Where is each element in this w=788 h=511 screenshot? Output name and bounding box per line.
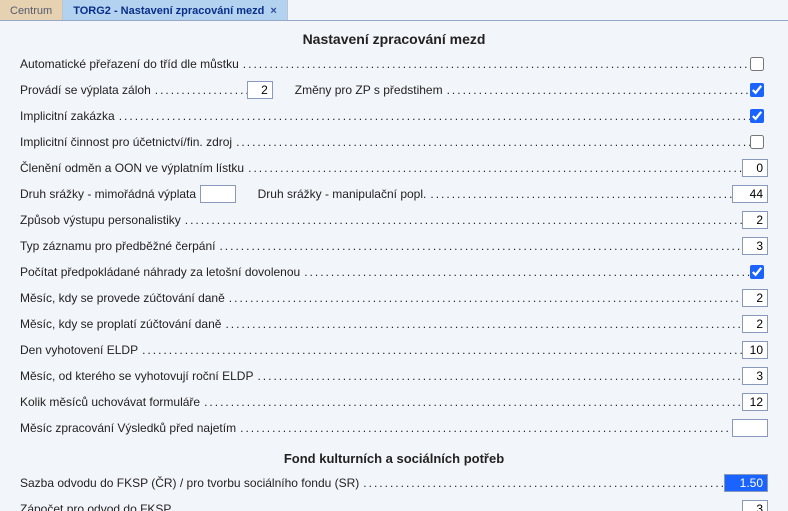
row-typ-zaznamu: Typ záznamu pro předběžné čerpání: [20, 233, 768, 259]
label-typ-zaznamu: Typ záznamu pro předběžné čerpání: [20, 239, 217, 253]
row-druh-srazky: Druh srážky - mimořádná výplata Druh srá…: [20, 181, 768, 207]
label-druh-sr-man: Druh srážky - manipulační popl.: [258, 187, 429, 201]
label-mesic-eldp: Měsíc, od kterého se vyhotovují roční EL…: [20, 369, 255, 383]
chk-impl-cinnost[interactable]: [750, 135, 764, 149]
dots: [445, 83, 750, 97]
row-kolik-mesicu: Kolik měsíců uchovávat formuláře: [20, 389, 768, 415]
label-mesic-propl: Měsíc, kdy se proplatí zúčtování daně: [20, 317, 223, 331]
tab-torg2[interactable]: TORG2 - Nastavení zpracování mezd ×: [63, 0, 288, 20]
dots: [255, 369, 742, 383]
label-zpusob-vystupu: Způsob výstupu personalistiky: [20, 213, 183, 227]
row-mesic-vysledku: Měsíc zpracování Výsledků před najetím: [20, 415, 768, 441]
dots: [428, 187, 732, 201]
row-impl-cinnost: Implicitní činnost pro účetnictví/fin. z…: [20, 129, 768, 155]
row-cleneni: Členění odměn a OON ve výplatním lístku: [20, 155, 768, 181]
label-vyplata-zaloh: Provádí se výplata záloh: [20, 83, 153, 97]
row-mesic-zuct: Měsíc, kdy se provede zúčtování daně: [20, 285, 768, 311]
row-auto-prerazeni: Automatické přeřazení do tříd dle můstku: [20, 51, 768, 77]
label-sazba-fksp: Sazba odvodu do FKSP (ČR) / pro tvorbu s…: [20, 476, 361, 490]
page-title: Nastavení zpracování mezd: [20, 25, 768, 51]
row-vyplata-zaloh: Provádí se výplata záloh Změny pro ZP s …: [20, 77, 768, 103]
label-mesic-vysledku: Měsíc zpracování Výsledků před najetím: [20, 421, 238, 435]
dots: [246, 161, 742, 175]
close-icon[interactable]: ×: [270, 5, 276, 17]
dots: [238, 421, 732, 435]
input-druh-sr-mim[interactable]: [200, 185, 236, 203]
input-mesic-eldp[interactable]: [742, 367, 768, 385]
tab-centrum[interactable]: Centrum: [0, 0, 63, 20]
label-cleneni: Členění odměn a OON ve výplatním lístku: [20, 161, 246, 175]
row-mesic-propl: Měsíc, kdy se proplatí zúčtování daně: [20, 311, 768, 337]
input-sazba-fksp[interactable]: [724, 474, 768, 492]
label-kolik-mesicu: Kolik měsíců uchovávat formuláře: [20, 395, 202, 409]
input-zpusob-vystupu[interactable]: [742, 211, 768, 229]
tab-bar: Centrum TORG2 - Nastavení zpracování mez…: [0, 0, 788, 21]
dots: [173, 502, 742, 511]
input-typ-zaznamu[interactable]: [742, 237, 768, 255]
dots: [153, 83, 247, 97]
input-cleneni[interactable]: [742, 159, 768, 177]
dots: [140, 343, 742, 357]
row-sazba-fksp: Sazba odvodu do FKSP (ČR) / pro tvorbu s…: [20, 470, 768, 496]
tab-torg2-label: TORG2 - Nastavení zpracování mezd: [73, 5, 264, 17]
chk-pocitat-nahrady[interactable]: [750, 265, 764, 279]
label-zmeny-zp: Změny pro ZP s předstihem: [295, 83, 445, 97]
label-mesic-zuct: Měsíc, kdy se provede zúčtování daně: [20, 291, 227, 305]
row-pocitat-nahrady: Počítat předpokládané náhrady za letošní…: [20, 259, 768, 285]
label-impl-cinnost: Implicitní činnost pro účetnictví/fin. z…: [20, 135, 234, 149]
input-vyplata-zaloh[interactable]: [247, 81, 273, 99]
dots: [223, 317, 742, 331]
dots: [117, 109, 750, 123]
dots: [202, 395, 742, 409]
input-kolik-mesicu[interactable]: [742, 393, 768, 411]
label-impl-zakazka: Implicitní zakázka: [20, 109, 117, 123]
page-body: Nastavení zpracování mezd Automatické př…: [0, 21, 788, 511]
label-zapocet-fksp: Zápočet pro odvod do FKSP: [20, 502, 173, 511]
dots: [217, 239, 742, 253]
input-zapocet-fksp[interactable]: [742, 500, 768, 511]
input-mesic-vysledku[interactable]: [732, 419, 768, 437]
input-mesic-propl[interactable]: [742, 315, 768, 333]
label-den-eldp: Den vyhotovení ELDP: [20, 343, 140, 357]
dots: [302, 265, 750, 279]
dots: [183, 213, 742, 227]
label-auto-prerazeni: Automatické přeřazení do tříd dle můstku: [20, 57, 241, 71]
label-druh-sr-mim: Druh srážky - mimořádná výplata: [20, 187, 198, 201]
label-pocitat-nahrady: Počítat předpokládané náhrady za letošní…: [20, 265, 302, 279]
chk-zmeny-zp[interactable]: [750, 83, 764, 97]
dots: [227, 291, 742, 305]
tab-centrum-label: Centrum: [10, 5, 52, 17]
row-zpusob-vystupu: Způsob výstupu personalistiky: [20, 207, 768, 233]
row-impl-zakazka: Implicitní zakázka: [20, 103, 768, 129]
row-zapocet-fksp: Zápočet pro odvod do FKSP: [20, 496, 768, 511]
dots: [361, 476, 724, 490]
section-fksp-title: Fond kulturních a sociálních potřeb: [20, 441, 768, 470]
chk-auto-prerazeni[interactable]: [750, 57, 764, 71]
input-druh-sr-man[interactable]: [732, 185, 768, 203]
dots: [234, 135, 750, 149]
row-mesic-eldp: Měsíc, od kterého se vyhotovují roční EL…: [20, 363, 768, 389]
input-den-eldp[interactable]: [742, 341, 768, 359]
dots: [241, 57, 750, 71]
row-den-eldp: Den vyhotovení ELDP: [20, 337, 768, 363]
input-mesic-zuct[interactable]: [742, 289, 768, 307]
chk-impl-zakazka[interactable]: [750, 109, 764, 123]
